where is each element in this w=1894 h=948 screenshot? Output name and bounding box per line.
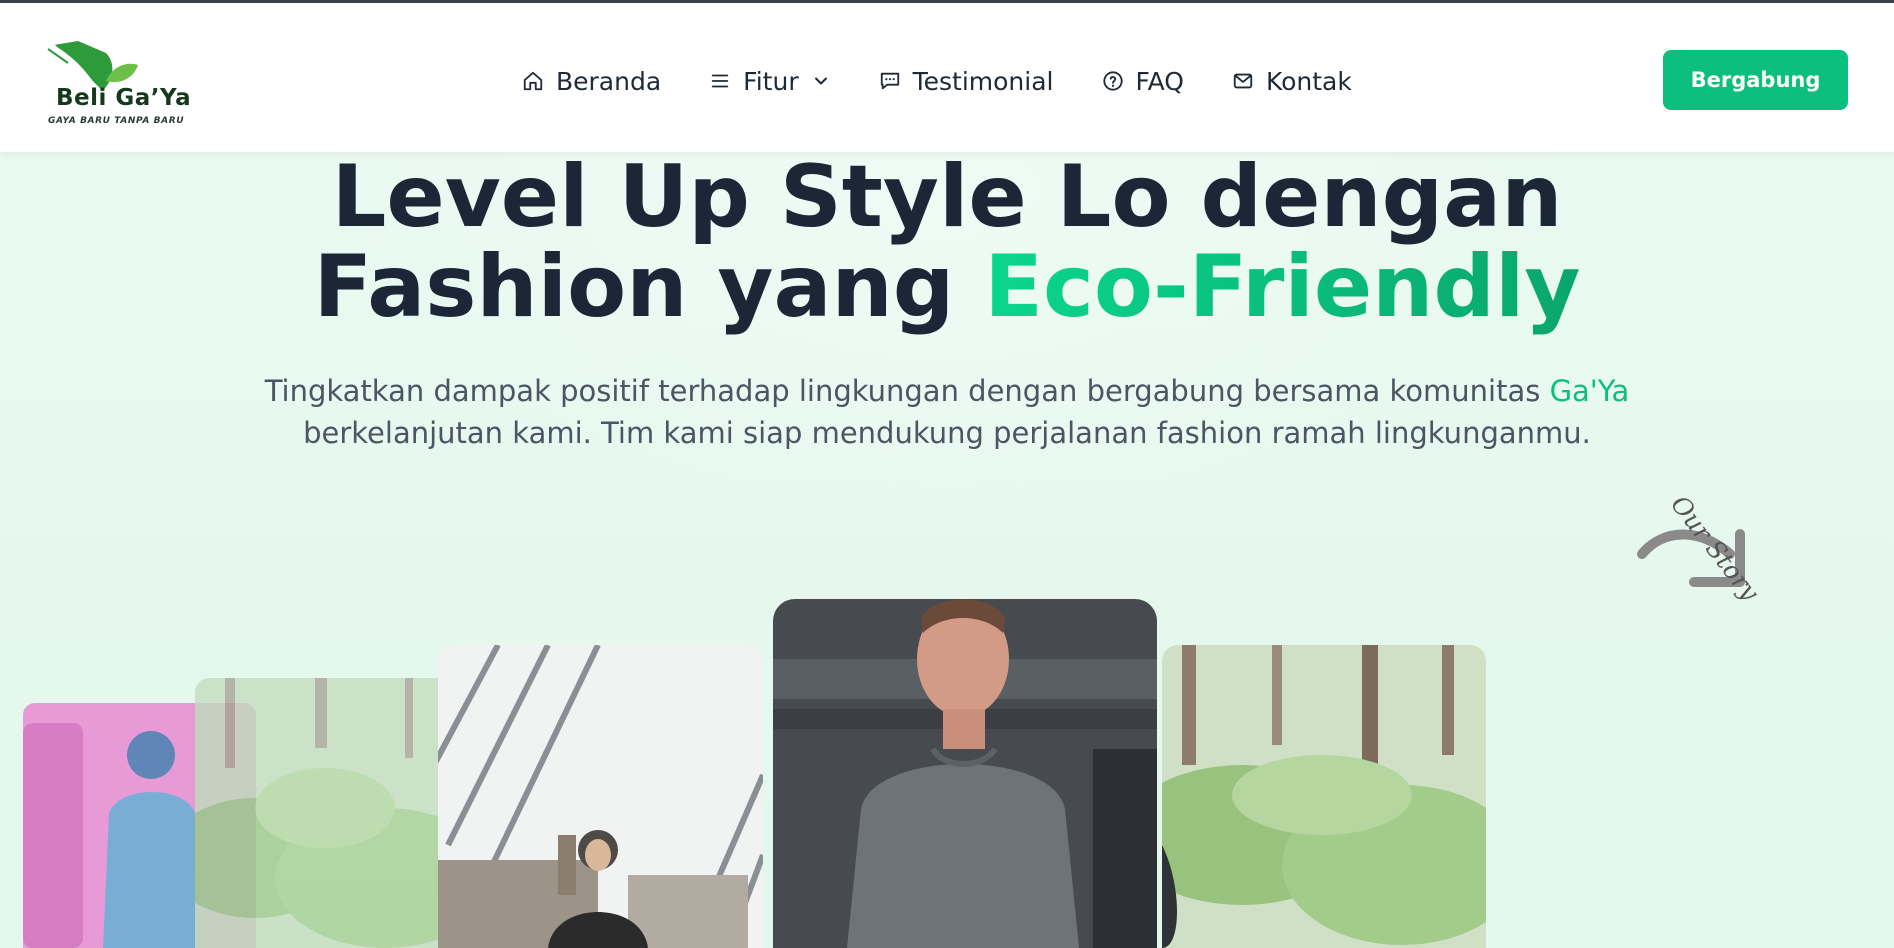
- nav-item-testimonial[interactable]: Testimonial: [879, 67, 1054, 96]
- brand-tagline: GAYA BARU TANPA BARU: [48, 116, 185, 126]
- chevron-down-icon: [814, 77, 827, 85]
- main-nav: Beranda Fitur Testimonial FAQ Kontak: [522, 61, 1352, 101]
- gallery-card-4[interactable]: [773, 599, 1157, 948]
- hero-title-accent: Eco-Friendly: [984, 237, 1581, 337]
- brand-name: Beli Ga’Ya: [56, 85, 192, 111]
- hero-title-line2: Fashion yang: [313, 237, 985, 337]
- nav-item-fitur[interactable]: Fitur: [709, 67, 830, 96]
- hero-title: Level Up Style Lo dengan Fashion yang Ec…: [0, 152, 1894, 332]
- help-circle-icon: [1102, 71, 1123, 91]
- hero-subtitle-highlight: Ga'Ya: [1549, 374, 1630, 408]
- mail-icon: [1233, 73, 1253, 89]
- nav-label-fitur: Fitur: [743, 66, 799, 96]
- hero-subtitle-part1: Tingkatkan dampak positif terhadap lingk…: [264, 374, 1550, 408]
- gallery-card-2[interactable]: [195, 678, 475, 948]
- join-button[interactable]: Bergabung: [1663, 50, 1848, 110]
- hero-subtitle-part2: berkelanjutan kami. Tim kami siap menduk…: [303, 416, 1591, 450]
- gallery-card-3[interactable]: [438, 645, 763, 948]
- nav-label-beranda: Beranda: [556, 66, 662, 96]
- brand-logo[interactable]: Beli Ga’Ya GAYA BARU TANPA BARU: [46, 37, 206, 132]
- chat-icon: [880, 72, 899, 90]
- nav-label-faq: FAQ: [1135, 66, 1184, 96]
- nav-item-kontak[interactable]: Kontak: [1232, 67, 1352, 96]
- gallery-card-5[interactable]: [1162, 645, 1486, 948]
- gallery-image-4: [773, 599, 1157, 948]
- site-header: Beli Ga’Ya GAYA BARU TANPA BARU Beranda …: [0, 3, 1894, 152]
- nav-item-beranda[interactable]: Beranda: [522, 67, 661, 96]
- gallery-image-2: [195, 678, 475, 948]
- nav-label-kontak: Kontak: [1265, 66, 1352, 96]
- hero-title-line1: Level Up Style Lo dengan: [331, 147, 1563, 247]
- gallery-image-3: [438, 645, 763, 948]
- nav-item-faq[interactable]: FAQ: [1102, 67, 1184, 96]
- our-story-link[interactable]: Our Story: [1630, 450, 1830, 606]
- hero-subtitle: Tingkatkan dampak positif terhadap lingk…: [0, 370, 1894, 454]
- nav-label-testimonial: Testimonial: [912, 66, 1054, 96]
- menu-icon: [711, 74, 729, 88]
- home-icon: [523, 71, 543, 91]
- gallery-image-5: [1162, 645, 1486, 948]
